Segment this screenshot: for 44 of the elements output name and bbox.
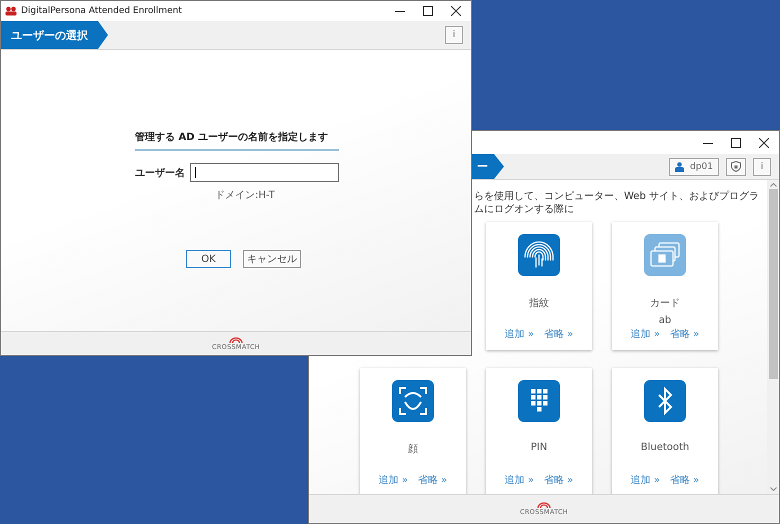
skip-link[interactable]: 省略 » [670,327,700,341]
user-button[interactable]: dp01 [669,158,719,176]
add-link[interactable]: 追加 » [630,473,660,487]
shield-button[interactable] [726,158,746,176]
face-icon[interactable] [392,380,434,422]
logo-arc-icon [537,502,551,508]
field-label: ユーザー名 [135,166,183,180]
username-field[interactable] [190,163,339,182]
skip-link[interactable]: 省略 » [544,473,574,487]
scrollbar[interactable] [767,180,779,494]
bluetooth-icon[interactable] [644,380,686,422]
info-button[interactable]: i [753,158,771,176]
fingerprint-icon[interactable] [518,234,560,276]
card-label: PIN [530,442,548,453]
close-icon[interactable] [451,6,461,16]
card-label: カード [650,297,680,310]
maximize-icon[interactable] [423,6,433,16]
skip-link[interactable]: 省略 » [670,473,700,487]
skip-link[interactable]: 省略 » [418,473,448,487]
ok-button[interactable]: OK [186,250,231,268]
pin-icon[interactable] [518,380,560,422]
domain-text: ドメイン:H-T [215,189,276,202]
close-icon[interactable] [759,138,769,148]
card-label: Bluetooth [640,442,690,453]
person-icon [675,162,684,172]
description-text: らを使用して、コンピューター、Web サイト、およびプログラムにログオンする際に [474,190,760,216]
info-button[interactable]: i [445,26,463,44]
people-icon [5,6,17,16]
form-heading: 管理する AD ユーザーの名前を指定します [135,130,339,151]
skip-link[interactable]: 省略 » [544,327,574,341]
card-label: 顔 [408,442,418,456]
add-link[interactable]: 追加 » [504,473,534,487]
logo-arc-icon [229,336,243,342]
add-link[interactable]: 追加 » [630,327,660,341]
card-detail: ab [658,315,672,326]
window-title: DigitalPersona Attended Enrollment [21,6,182,16]
add-link[interactable]: 追加 » [378,473,408,487]
cancel-button[interactable]: キャンセル [243,250,301,268]
maximize-icon[interactable] [731,138,741,148]
scroll-down-icon[interactable] [770,487,776,491]
card-label: 指紋 [529,296,549,310]
shield-icon [731,161,741,172]
scroll-up-icon[interactable] [770,183,776,187]
add-link[interactable]: 追加 » [504,327,534,341]
